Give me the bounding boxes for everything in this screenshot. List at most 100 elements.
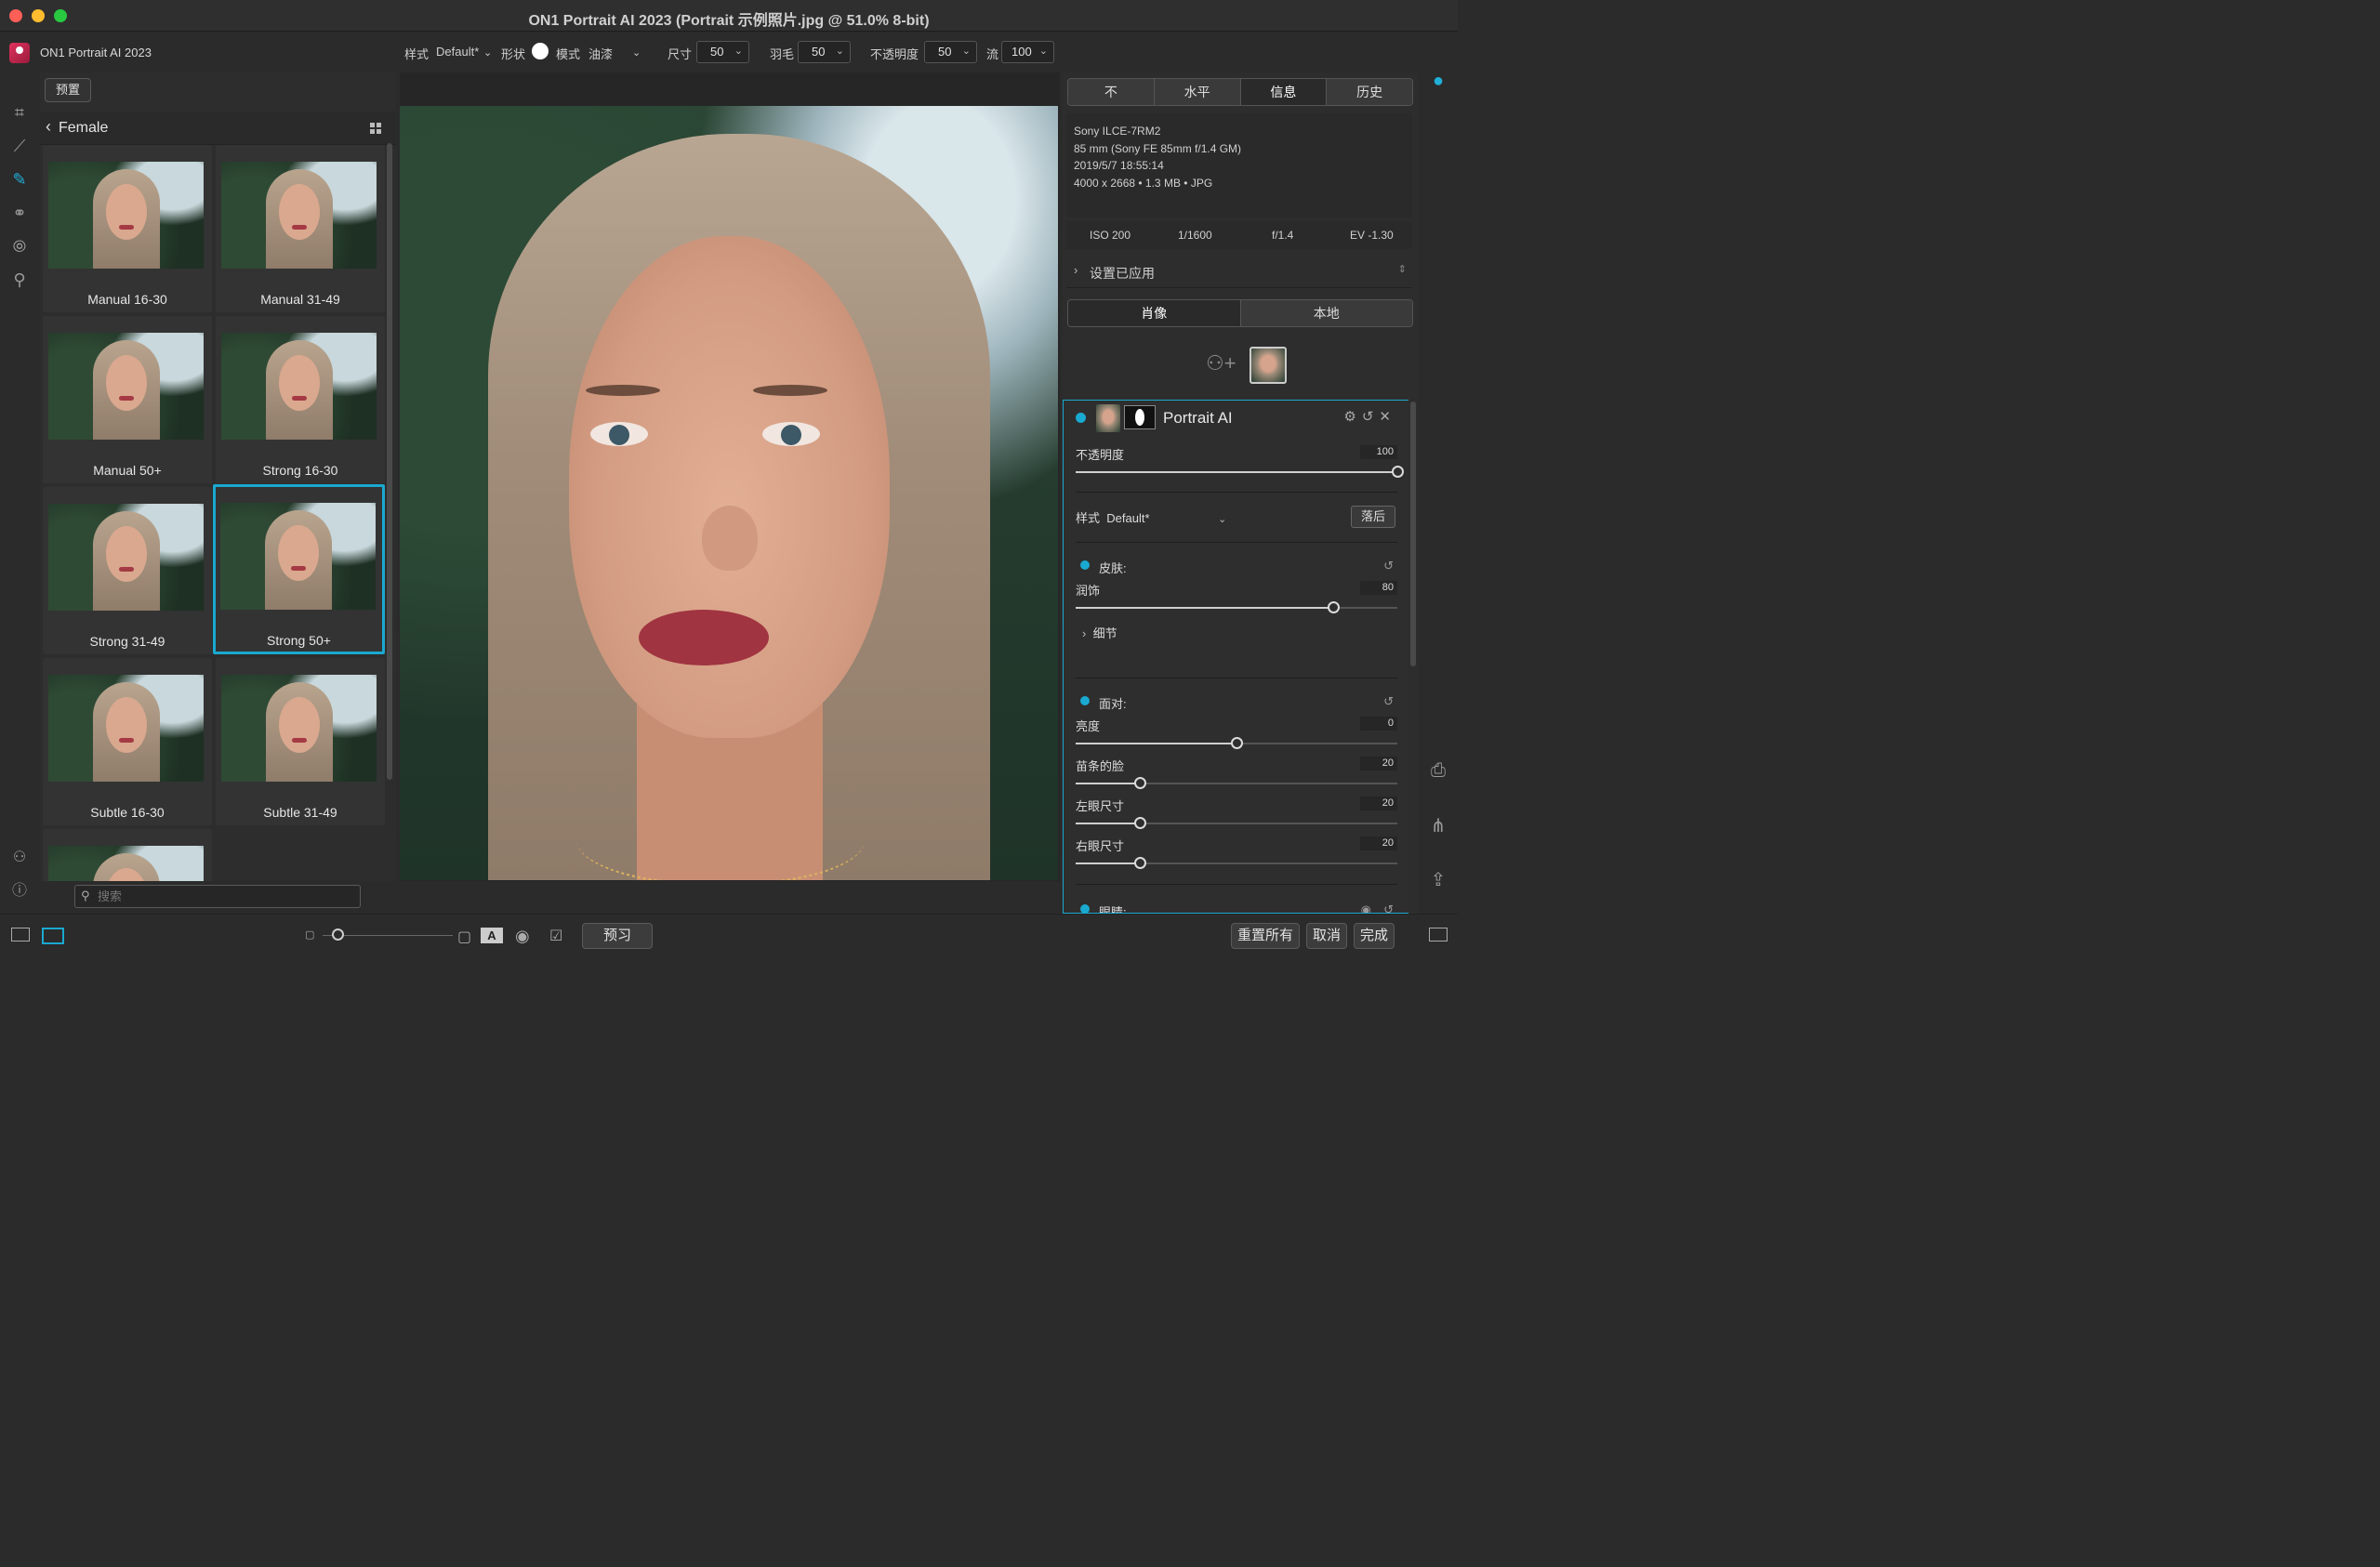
preset-thumbnail[interactable]: Strong 16-30 [216,316,385,483]
share-icon[interactable]: ⋔ [1426,814,1450,838]
search-input[interactable] [98,888,349,905]
slim-face-value[interactable]: 20 [1360,757,1397,770]
preset-thumbnail[interactable]: Manual 50+ [43,316,212,483]
export-icon[interactable]: ⇪ [1426,868,1450,892]
zoom-in-icon[interactable]: ▢ [457,928,471,946]
compare-icon[interactable]: ☑ [549,927,562,945]
tab-local[interactable]: 本地 [1240,300,1412,326]
mode-chevron-down-icon[interactable]: ⌄ [632,46,641,59]
print-icon[interactable]: ⎙ [1426,760,1450,784]
clone-icon[interactable]: ⚭ [7,201,32,225]
slider-knob[interactable] [1134,777,1147,789]
tab-level[interactable]: 水平 [1154,79,1241,105]
panel-toggle-icon[interactable] [11,928,30,942]
retouch-brush-icon[interactable]: ✎ [7,167,32,191]
brightness-slider[interactable] [1076,737,1397,750]
left-eye-size-slider[interactable] [1076,817,1397,830]
presets-button[interactable]: 预置 [45,78,91,102]
preset-thumbnail-selected[interactable]: Strong 50+ [213,484,385,654]
zoom-hand-icon[interactable]: ⚲ [7,268,32,292]
search-box[interactable]: ⚲ [74,885,361,908]
reset-icon[interactable]: ↺ [1362,409,1380,425]
right-panel-toggle-icon[interactable] [1429,928,1448,942]
right-eye-size-value[interactable]: 20 [1360,836,1397,850]
smoothing-slider[interactable] [1076,601,1397,614]
fingerprint-icon[interactable]: ⦾ [7,234,32,258]
gear-icon[interactable]: ⚙ [1343,409,1361,425]
skin-enable-toggle[interactable] [1080,560,1090,570]
brush-shape-icon[interactable] [532,43,549,59]
slider-knob[interactable] [1327,601,1340,613]
left-eye-size-value[interactable]: 20 [1360,797,1397,810]
filter-style-dropdown[interactable]: 样式 Default* ⌄ [1076,508,1226,526]
skin-reset-icon[interactable]: ↺ [1383,559,1394,573]
preset-thumbnail[interactable]: Manual 16-30 [43,145,212,312]
brush-icon[interactable]: ⟋ [7,134,32,158]
reset-all-button[interactable]: 重置所有 [1231,923,1300,949]
back-chevron-icon[interactable]: ‹ [46,117,51,137]
crop-icon[interactable]: ⌗ [7,100,32,125]
zoom-out-icon[interactable]: ▢ [305,928,314,941]
folder-name[interactable]: Female [59,120,108,137]
eyes-enable-toggle[interactable] [1080,904,1090,913]
image-viewer[interactable] [400,72,1060,881]
opacity-slider-value[interactable]: 100 [1360,445,1397,459]
flow-select[interactable]: 100 ⌄ [1001,41,1054,63]
panel-scrollbar[interactable] [1410,402,1416,666]
preview-button[interactable]: 预习 [582,923,653,949]
tab-history[interactable]: 历史 [1327,79,1412,105]
size-select[interactable]: 50 ⌄ [696,41,749,63]
slider-knob[interactable] [1392,466,1404,478]
face-reset-icon[interactable]: ↺ [1383,694,1394,709]
help-icon[interactable]: ⓘ [7,879,32,903]
user-settings-icon[interactable]: ⚇ [7,846,32,870]
mode-label: 模式 [556,47,581,61]
single-view-icon[interactable] [42,928,64,944]
mode-dropdown[interactable]: 油漆 [588,45,613,62]
style-action-button[interactable]: 落后 [1351,506,1395,528]
portrait-photo[interactable] [400,106,1058,880]
eyes-reset-icon[interactable]: ↺ [1383,902,1394,913]
mask-view-icon[interactable]: ◉ [515,927,530,946]
portrait-user-icon[interactable]: ● [1426,71,1450,95]
detail-expander[interactable]: › 细节 [1082,624,1117,641]
auto-icon[interactable]: A [481,928,503,943]
settings-applied-row[interactable]: › 设置已应用 ⇕ [1066,257,1412,288]
preset-thumbnail[interactable]: Manual 31-49 [216,145,385,312]
preset-thumbnail[interactable]: Subtle 16-30 [43,658,212,825]
preset-thumbnail[interactable] [43,829,212,881]
opacity-select[interactable]: 50 ⌄ [924,41,977,63]
grid-view-icon[interactable] [370,123,381,134]
tab-portrait[interactable]: 肖像 [1068,300,1241,326]
face-thumbnail[interactable] [1250,347,1287,384]
preset-thumbnail[interactable]: Subtle 31-49 [216,658,385,825]
feather-value: 50 [812,45,826,59]
style-dropdown[interactable]: Default* [436,45,479,59]
slim-face-slider[interactable] [1076,777,1397,790]
filter-enable-toggle[interactable] [1076,413,1086,423]
slider-knob[interactable] [1231,737,1243,749]
add-face-icon[interactable]: ⚇+ [1206,351,1236,375]
eye-add-icon[interactable]: ◉ [1361,902,1371,913]
style-label: 样式 [404,47,430,61]
style-chevron-down-icon[interactable]: ⌄ [483,46,492,59]
smoothing-value[interactable]: 80 [1360,581,1397,595]
preset-thumbnail[interactable]: Strong 31-49 [43,487,212,654]
opacity-slider[interactable] [1076,466,1404,479]
feather-select[interactable]: 50 ⌄ [798,41,851,63]
tab-info[interactable]: 信息 [1240,79,1328,105]
chevron-right-icon: › [1082,626,1087,640]
close-icon[interactable]: ✕ [1379,409,1396,425]
slider-knob[interactable] [1134,857,1147,869]
cancel-button[interactable]: 取消 [1306,923,1347,949]
mask-thumbnail[interactable] [1124,405,1156,429]
zoom-slider-knob[interactable] [332,928,344,941]
tab-none[interactable]: 不 [1068,79,1155,105]
browser-scrollbar[interactable] [387,143,392,780]
face-enable-toggle[interactable] [1080,696,1090,705]
brightness-value[interactable]: 0 [1360,717,1397,731]
slider-knob[interactable] [1134,817,1147,829]
chevron-down-icon: ⌄ [734,46,743,57]
done-button[interactable]: 完成 [1354,923,1395,949]
right-eye-size-slider[interactable] [1076,857,1397,870]
